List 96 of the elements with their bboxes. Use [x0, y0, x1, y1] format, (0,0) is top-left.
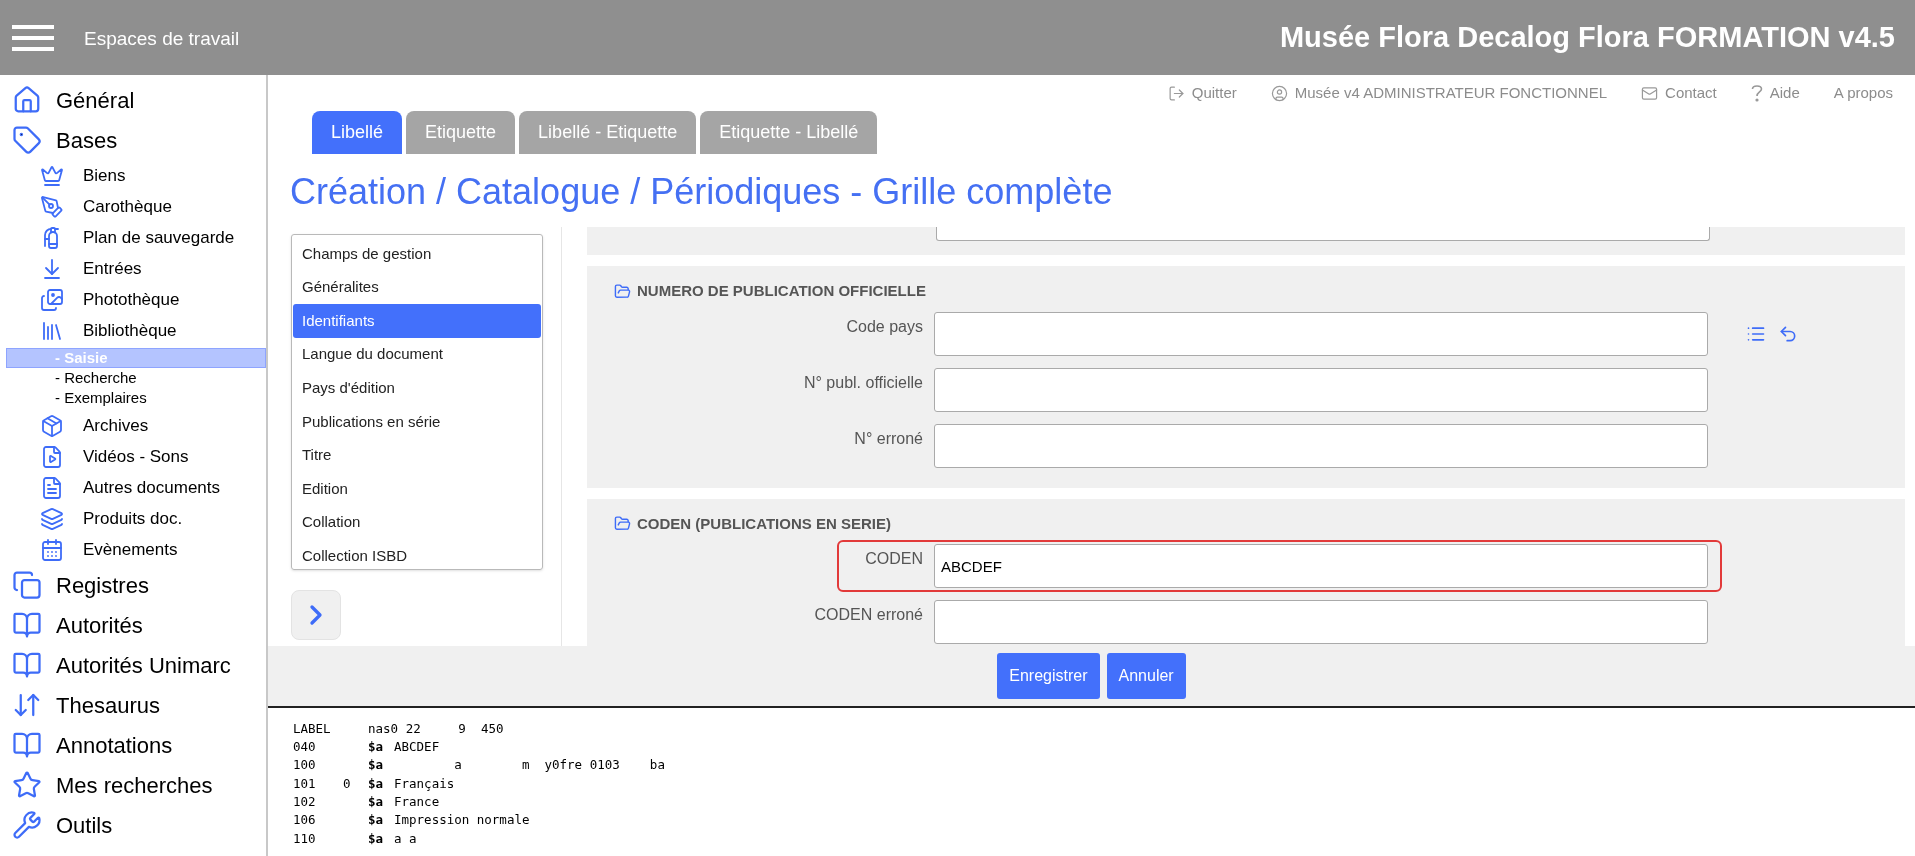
nav-subitem[interactable]: Evènements [83, 536, 178, 563]
section-list-item[interactable]: Identifiants [293, 304, 541, 338]
nav-subsubitem[interactable]: - Recherche [6, 368, 266, 388]
star-icon [12, 770, 42, 800]
section-list-item[interactable]: Collation [293, 505, 541, 540]
subfield-code: $a [368, 757, 384, 773]
input-field[interactable] [934, 423, 1708, 468]
header-link[interactable]: A propos [1833, 81, 1893, 105]
stacked-pages-icon [12, 570, 42, 600]
record-value: ABCDEF [394, 738, 440, 757]
record-tag: 101 [293, 774, 343, 794]
nav-subitem[interactable]: Plan de sauvegarde [83, 224, 235, 251]
section-title: CODEN (PUBLICATIONS EN SERIE) [637, 513, 891, 534]
video-file-icon [40, 444, 64, 469]
folder-icon [614, 282, 631, 300]
nav-item[interactable]: Autorités Unimarc [56, 648, 231, 682]
section-list-item[interactable]: Edition [293, 472, 541, 506]
record-tag: 106 [293, 811, 343, 830]
subfield-code: $a [368, 830, 384, 846]
nav-item[interactable]: Mes recherches [56, 768, 213, 802]
tag-icon [12, 125, 42, 155]
nav-item[interactable]: Bases [56, 123, 118, 157]
document-icon [40, 475, 64, 500]
book-icon [12, 730, 42, 760]
record-indicator: 0 [343, 775, 351, 791]
nav-subsubitem[interactable]: - Exemplaires [6, 388, 266, 408]
record-tag: 110 [293, 829, 343, 849]
nav-item[interactable]: Général [56, 83, 135, 117]
box-icon [40, 413, 64, 438]
field-label: Code pays [846, 316, 923, 337]
section-list-item[interactable]: Pays d'édition [293, 371, 541, 405]
record-value: Français [394, 774, 455, 793]
record-tag: 102 [293, 792, 343, 812]
record-value: Impression normale [394, 811, 530, 830]
field-label: CODEN erroné [814, 605, 923, 625]
folder-icon [614, 515, 631, 533]
pen-icon [40, 194, 64, 219]
nav-item[interactable]: Outils [56, 808, 113, 842]
nav-subitem[interactable]: Produits doc. [83, 505, 183, 532]
wrench-icon [12, 810, 42, 840]
nav-subitem[interactable]: Vidéos - Sons [83, 443, 189, 470]
next-button[interactable] [291, 590, 341, 640]
input-field[interactable] [934, 600, 1708, 644]
section-list-item[interactable]: Généralites [293, 270, 541, 305]
field-label: N° publ. officielle [803, 372, 923, 393]
book-icon [12, 610, 42, 640]
images-icon [40, 287, 64, 312]
nav-item[interactable]: Thesaurus [56, 688, 160, 722]
nav-subitem[interactable]: Photothèque [83, 286, 180, 313]
nav-item[interactable]: Registres [56, 568, 149, 602]
subfield-code: $a [368, 739, 384, 755]
nav-item[interactable]: Autorités [56, 608, 143, 642]
section-list-item[interactable]: Titre [293, 438, 541, 473]
record-value: a a [394, 829, 417, 848]
input-field[interactable]: ABCDEF [934, 544, 1708, 588]
nav-subitem[interactable]: Carothèque [83, 193, 172, 220]
input-field[interactable] [936, 227, 1710, 241]
record-tag: LABEL [293, 719, 343, 739]
logout-icon [1167, 84, 1185, 102]
help-icon [1750, 84, 1763, 102]
nav-subitem[interactable]: Autres documents [83, 474, 220, 501]
tab[interactable]: Libellé [312, 111, 403, 154]
record-value: a m y0fre 0103 ba [453, 756, 665, 775]
section-list-item[interactable]: Champs de gestion [293, 237, 541, 271]
action-button[interactable]: Enregistrer [997, 653, 1100, 699]
input-field[interactable] [934, 311, 1708, 356]
menu-icon[interactable] [12, 22, 54, 53]
page-title: Création / Catalogue / Périodiques - Grille complète [289, 170, 1114, 214]
calendar-icon [40, 537, 64, 562]
nav-subitem[interactable]: Bibliothèque [83, 317, 177, 344]
user-icon [1270, 84, 1288, 102]
mail-icon [1641, 84, 1659, 102]
section-title: NUMERO DE PUBLICATION OFFICIELLE [637, 281, 926, 301]
app-title: Musée Flora Decalog Flora FORMATION v4.5 [1279, 19, 1895, 55]
record-tag: 100 [293, 756, 343, 776]
section-list-item[interactable]: Collection ISBD [293, 539, 541, 569]
subfield-code: $a [368, 793, 384, 809]
record-value: France [394, 792, 440, 811]
nav-subitem[interactable]: Entrées [83, 255, 142, 282]
subfield-code: $a [368, 812, 384, 828]
section-list-item[interactable]: Publications en série [293, 404, 541, 439]
record-value: nas0 22 9 450 [368, 719, 504, 738]
book-icon [12, 650, 42, 680]
field-label: N° erroné [854, 428, 923, 449]
field-label: CODEN [865, 549, 923, 569]
action-button[interactable]: Annuler [1106, 653, 1186, 699]
stack-icon [40, 506, 64, 531]
nav-subitem[interactable]: Biens [83, 162, 126, 189]
input-field[interactable] [934, 367, 1708, 412]
subfield-code: $a [368, 775, 384, 791]
nav-item[interactable]: Annotations [56, 728, 173, 762]
nav-subitem[interactable]: Archives [83, 412, 149, 439]
house-icon [12, 85, 42, 115]
record-tag: 040 [293, 738, 343, 757]
undo-icon[interactable] [1778, 323, 1798, 344]
section-list-item[interactable]: Langue du document [293, 337, 541, 372]
